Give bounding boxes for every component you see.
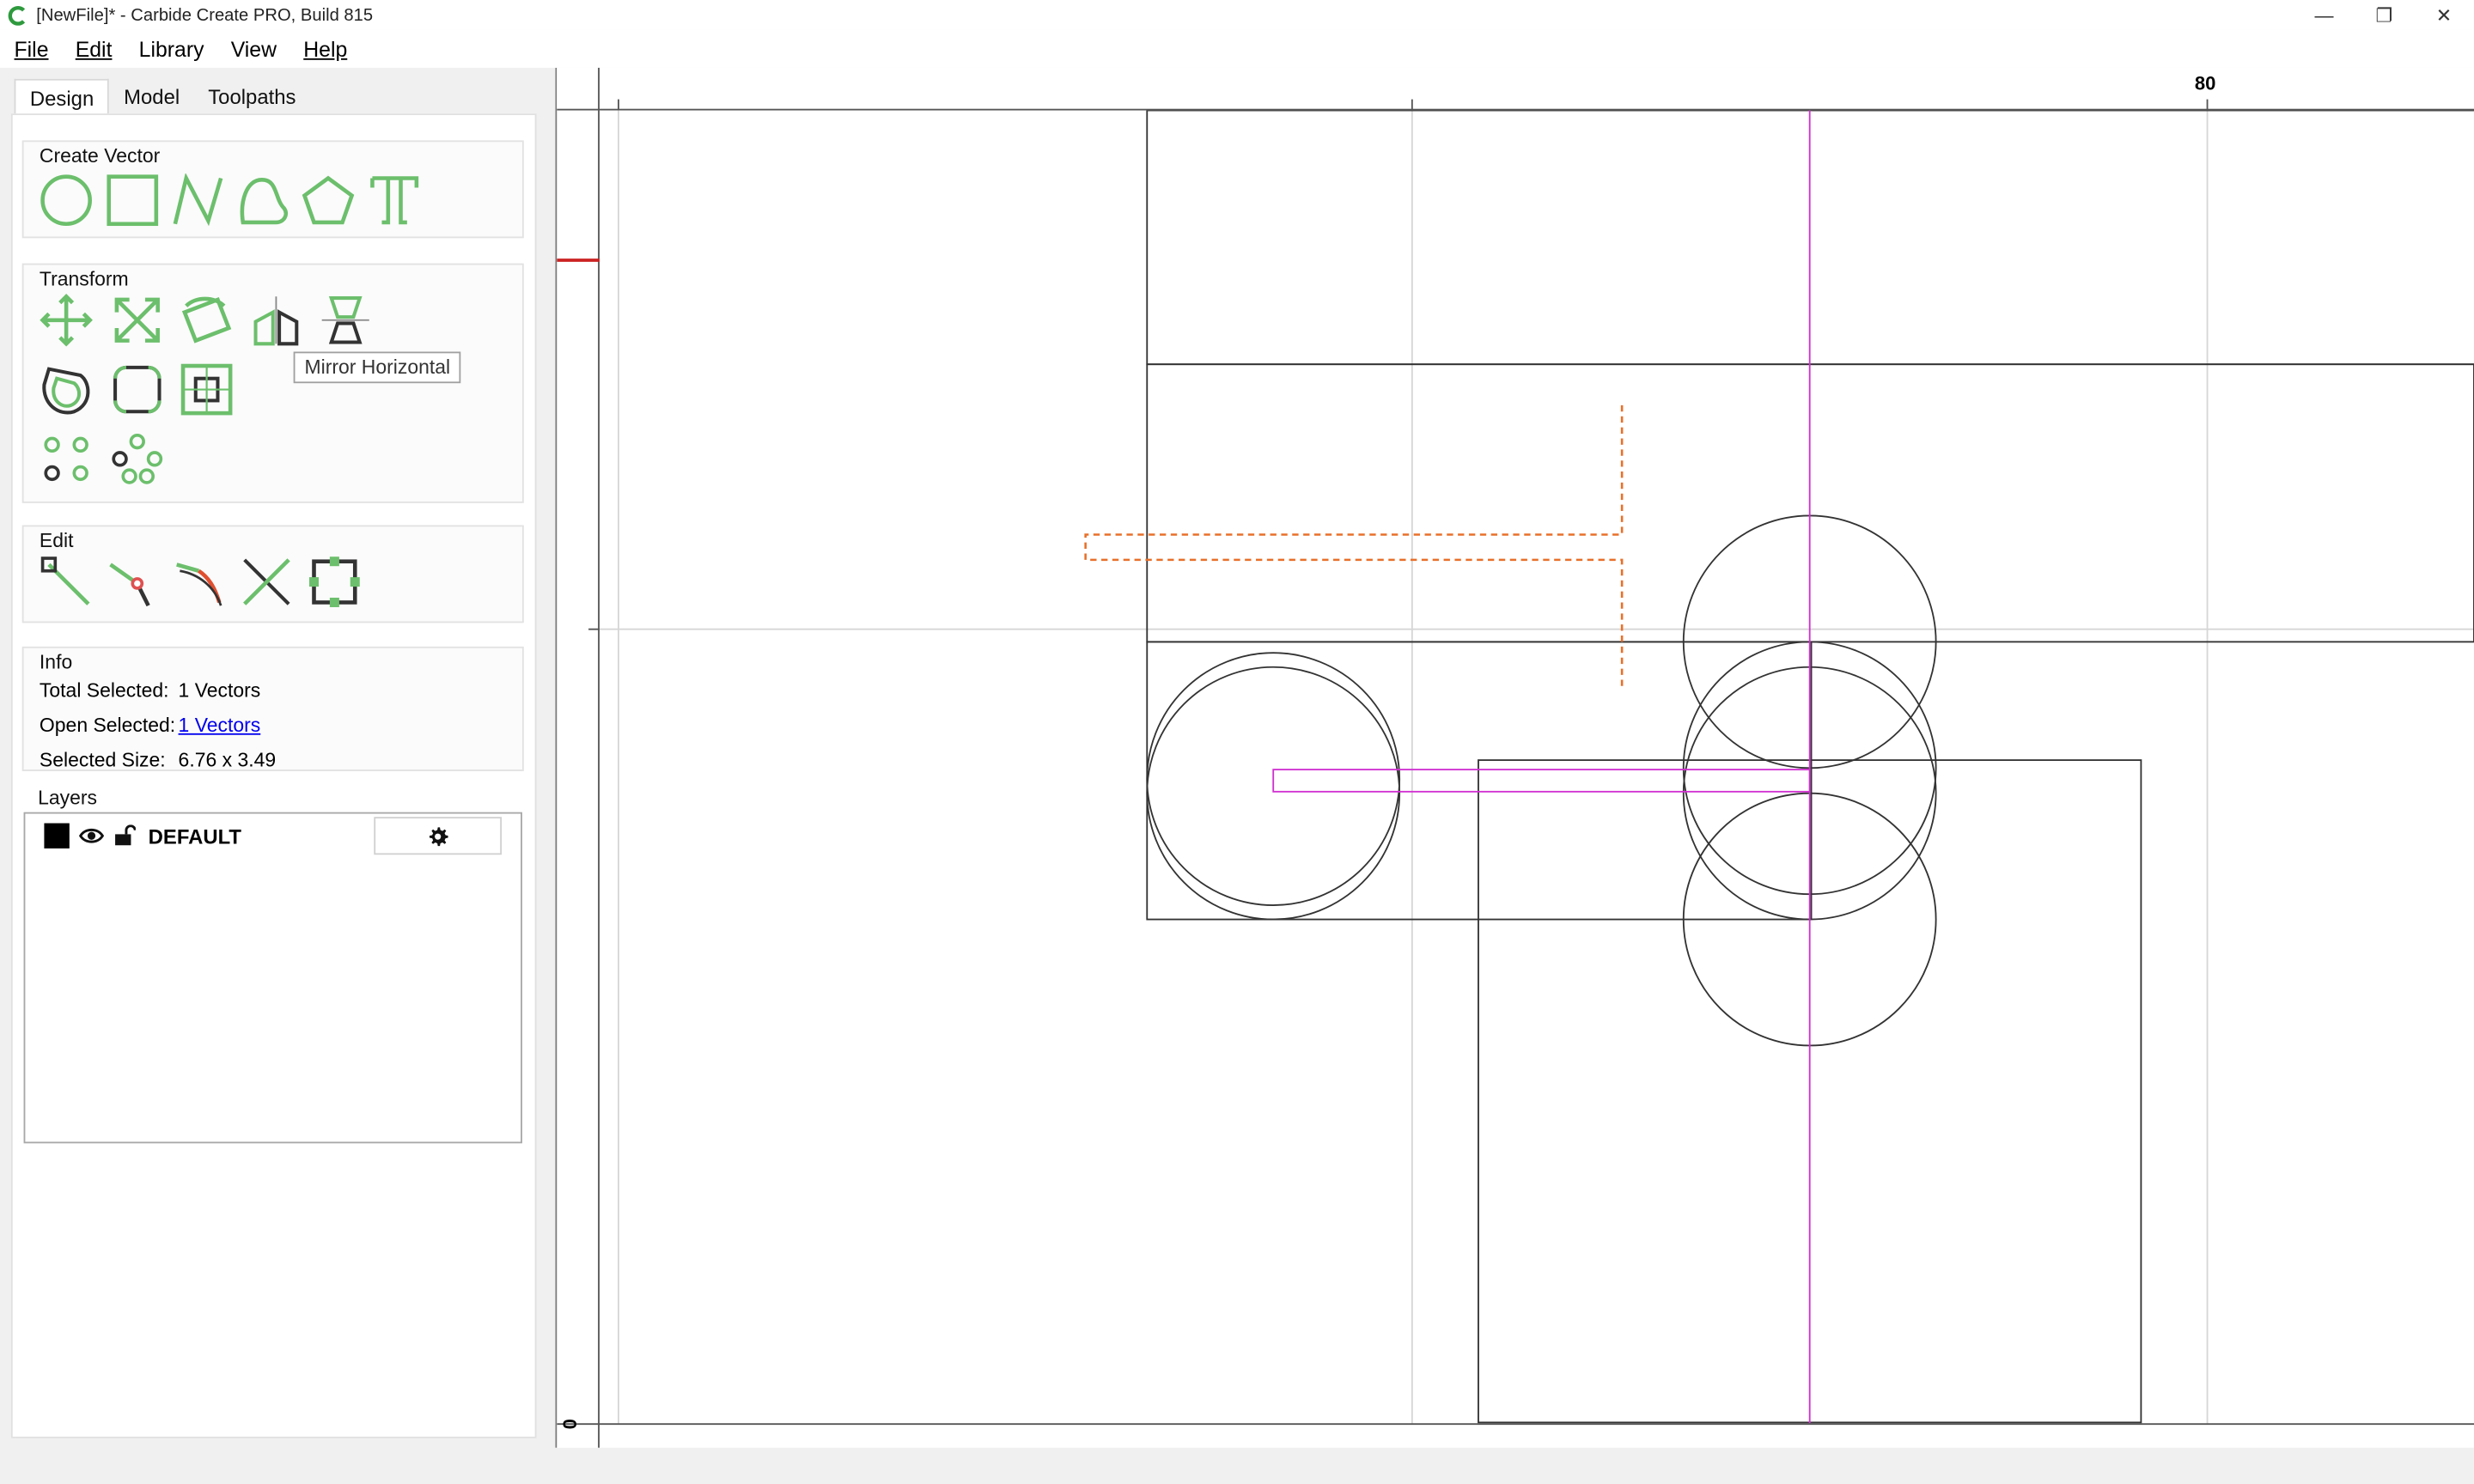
minimize-button[interactable]: — (2294, 0, 2355, 30)
tab-toolpaths[interactable]: Toolpaths (194, 79, 310, 113)
text-icon[interactable] (364, 170, 424, 230)
selected-size-row: Selected Size: 6.76 x 3.49 (40, 749, 276, 771)
info-group: Info Total Selected: 1 Vectors Open Selec… (21, 646, 524, 771)
vector-shapes (1146, 109, 2474, 1424)
ruler-top-label: 80 (2194, 72, 2216, 95)
join-curve-icon[interactable] (170, 552, 230, 612)
split-node-icon[interactable] (104, 552, 164, 612)
rotate-icon[interactable] (177, 290, 237, 350)
mirror-horizontal-icon[interactable] (247, 290, 307, 350)
polyline-icon[interactable] (168, 170, 228, 230)
tab-body: Create Vector Transform Edit Info Total … (10, 113, 537, 1438)
selected-size-value: 6.76 x 3.49 (178, 749, 277, 771)
selected-vector (1084, 404, 1624, 688)
title-bar: [NewFile]* - Carbide Create PRO, Build 8… (0, 0, 2474, 30)
mirror-vertical-icon[interactable] (315, 290, 375, 350)
open-selected-label: Open Selected: (39, 714, 176, 737)
eye-icon[interactable] (78, 826, 105, 845)
scale-icon[interactable] (107, 290, 168, 350)
total-selected-row: Total Selected: 1 Vectors (40, 679, 260, 702)
gear-icon (430, 826, 448, 846)
boolean-box-icon[interactable] (304, 552, 364, 612)
design-canvas[interactable]: 80 0 (555, 67, 2474, 1448)
offset-icon[interactable] (36, 360, 96, 420)
ruler-left-label: 0 (558, 1419, 582, 1430)
fillet-icon[interactable] (107, 360, 168, 420)
polygon-icon[interactable] (298, 170, 358, 230)
circle-icon[interactable] (36, 170, 96, 230)
layer-settings-button[interactable] (374, 817, 503, 855)
grid-lines (599, 110, 2474, 1425)
menu-edit[interactable]: Edit (61, 37, 125, 61)
menu-help[interactable]: Help (289, 37, 360, 61)
window-title: [NewFile]* - Carbide Create PRO, Build 8… (36, 5, 374, 25)
layer-name: DEFAULT (148, 824, 241, 848)
scatter-array-icon[interactable] (107, 429, 168, 489)
group-title: Layers (38, 787, 98, 810)
total-selected-value: 1 Vectors (178, 679, 261, 702)
menu-file[interactable]: File (0, 37, 61, 61)
group-title: Edit (39, 529, 74, 552)
tab-bar: Design Model Toolpaths (14, 78, 310, 114)
group-title: Transform (39, 268, 129, 290)
tooltip: Mirror Horizontal (293, 351, 462, 384)
rect-top (1146, 109, 2474, 366)
close-button[interactable]: ✕ (2414, 0, 2474, 30)
ruler-corner (557, 67, 600, 111)
layers-list: DEFAULT (23, 812, 522, 1144)
selected-size-label: Selected Size: (39, 749, 166, 771)
circle (1146, 666, 1401, 921)
edit-group: Edit (21, 525, 524, 623)
group-title: Info (39, 651, 73, 674)
ruler-left: 0 (557, 67, 600, 1448)
layers-group: Layers DEFAULT (22, 787, 524, 1156)
restore-button[interactable]: ❐ (2354, 0, 2414, 30)
group-title: Create Vector (39, 144, 161, 167)
guide-slot (1272, 769, 1811, 793)
circular-array-icon[interactable] (36, 429, 96, 489)
layer-row[interactable]: DEFAULT (44, 823, 241, 848)
design-panel: Design Model Toolpaths Create Vector Tra… (8, 72, 537, 1438)
menu-library[interactable]: Library (125, 37, 216, 61)
create-vector-group: Create Vector (21, 140, 524, 239)
node-edit-icon[interactable] (36, 552, 96, 612)
canvas-drawing[interactable] (557, 68, 2474, 1448)
app-logo-icon (8, 5, 26, 25)
rect-right (1146, 363, 2474, 643)
rectangle-icon[interactable] (102, 170, 162, 230)
open-selected-row: Open Selected: 1 Vectors (40, 715, 260, 737)
open-selected-link[interactable]: 1 Vectors (179, 715, 261, 737)
move-icon[interactable] (36, 290, 96, 350)
curve-icon[interactable] (234, 170, 294, 230)
guide-lines (1272, 110, 1811, 1425)
unlock-icon[interactable] (113, 824, 136, 847)
layer-color-swatch[interactable] (44, 823, 70, 848)
menu-bar: File Edit Library View Help (0, 29, 2474, 68)
rect-mid-left (1146, 641, 1813, 921)
align-icon[interactable] (177, 360, 237, 420)
menu-view[interactable]: View (216, 37, 289, 61)
tab-design[interactable]: Design (14, 78, 110, 114)
total-selected-label: Total Selected: (39, 679, 169, 702)
trim-icon[interactable] (237, 552, 297, 612)
tab-model[interactable]: Model (110, 79, 194, 113)
ruler-top: 80 (557, 67, 2474, 111)
